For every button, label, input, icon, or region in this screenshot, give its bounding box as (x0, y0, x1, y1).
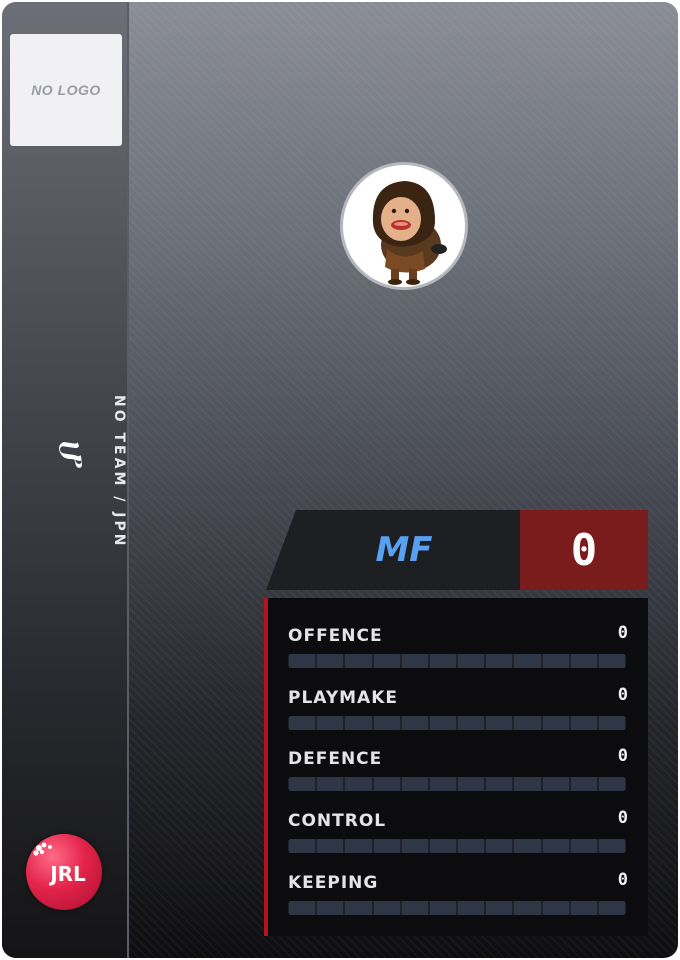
stat-bar-segment (598, 654, 626, 668)
stat-bar-segment (429, 901, 457, 915)
stat-value: 0 (617, 685, 628, 705)
stat-bar-segment (458, 839, 485, 853)
stat-bar-segment (458, 777, 485, 791)
stat-bar-segment (345, 716, 372, 730)
stat-bar-segment (373, 654, 400, 668)
stat-bar-segment (401, 901, 428, 915)
stat-bar-segment (598, 901, 626, 915)
stat-bar-segment (317, 901, 344, 915)
stat-bar-segment (317, 654, 344, 668)
stat-bar-segment (317, 839, 344, 853)
overall-rating: 0 (520, 510, 648, 590)
stat-bar-segment (429, 839, 457, 853)
stat-bar-segment (514, 716, 541, 730)
stat-control: CONTROL 0 (288, 808, 628, 859)
side-panel: NO LOGO NO TEAM / JPN ሆ JRL (2, 2, 129, 958)
stat-bar (288, 777, 626, 791)
stat-label: DEFENCE (288, 749, 383, 769)
stat-bar-segment (345, 777, 372, 791)
stat-bar-segment (514, 654, 541, 668)
position-bar: MF (266, 510, 522, 590)
player-card: NO LOGO NO TEAM / JPN ሆ JRL MF 0 OFFENCE… (2, 2, 678, 958)
stat-bar-segment (317, 777, 344, 791)
stat-bar-segment (429, 777, 457, 791)
stat-defence: DEFENCE 0 (288, 746, 628, 797)
stat-bar-segment (570, 901, 597, 915)
stat-bar-segment (458, 901, 485, 915)
stat-bar-segment (345, 839, 372, 853)
stat-bar-segment (570, 839, 597, 853)
stat-bar-segment (486, 777, 513, 791)
stat-label: CONTROL (288, 811, 387, 831)
stat-bar-segment (429, 716, 457, 730)
stat-bar-segment (486, 839, 513, 853)
stat-bar-segment (542, 716, 569, 730)
stat-bar-segment (373, 716, 400, 730)
stat-bar-segment (542, 901, 569, 915)
stat-bar-segment (486, 901, 513, 915)
stat-bar-segment (373, 777, 400, 791)
team-logo: NO LOGO (10, 34, 122, 146)
stat-bar-segment (458, 716, 485, 730)
stat-value: 0 (617, 746, 628, 766)
stat-bar-segment (317, 716, 344, 730)
stat-bar-segment (598, 716, 626, 730)
stat-bar-segment (570, 654, 597, 668)
stat-bar-segment (289, 901, 316, 915)
stat-value: 0 (617, 623, 628, 643)
stat-bar-segment (514, 901, 541, 915)
stat-bar-segment (542, 654, 569, 668)
jrl-badge-icon: JRL (26, 834, 102, 910)
stat-bar-segment (486, 654, 513, 668)
stat-bar (288, 654, 626, 668)
league-label: JRL (50, 862, 86, 886)
stat-bar-segment (345, 654, 372, 668)
stat-bar-segment (570, 716, 597, 730)
sakura-icon (33, 842, 52, 856)
stat-playmake: PLAYMAKE 0 (288, 685, 628, 736)
stat-bar-segment (401, 839, 428, 853)
stat-bar (288, 901, 626, 915)
stat-bar-segment (542, 777, 569, 791)
stat-label: PLAYMAKE (288, 688, 398, 708)
stat-bar-segment (345, 901, 372, 915)
position-label: MF (375, 530, 433, 570)
stats-panel: OFFENCE 0 PLAYMAKE 0 DEFENCE 0 CONTROL 0… (264, 598, 648, 936)
stat-label: OFFENCE (288, 626, 383, 646)
player-name: ሆ (49, 440, 98, 469)
stat-bar-segment (289, 654, 316, 668)
stat-bar-segment (401, 777, 428, 791)
stat-value: 0 (617, 808, 628, 828)
stat-keeping: KEEPING 0 (288, 870, 628, 921)
stat-bar-segment (598, 839, 626, 853)
stat-value: 0 (617, 870, 628, 890)
stat-offence: OFFENCE 0 (288, 623, 628, 674)
stat-bar-segment (289, 839, 316, 853)
stat-bar-segment (514, 839, 541, 853)
stat-bar-segment (373, 901, 400, 915)
stat-bar-segment (373, 839, 400, 853)
stat-bar-segment (429, 654, 457, 668)
stat-bar-segment (570, 777, 597, 791)
stat-bar-segment (486, 716, 513, 730)
stat-bar-segment (458, 654, 485, 668)
hooded-character-icon (372, 181, 447, 285)
stat-bar (288, 716, 626, 730)
stat-bar-segment (542, 839, 569, 853)
stat-bar-segment (598, 777, 626, 791)
stat-bar-segment (289, 716, 316, 730)
stat-bar-segment (401, 654, 428, 668)
stat-bar-segment (289, 777, 316, 791)
stat-label: KEEPING (288, 873, 379, 893)
stat-bar-segment (514, 777, 541, 791)
stat-bar-segment (401, 716, 428, 730)
rating-value: 0 (570, 524, 598, 576)
team-logo-placeholder: NO LOGO (31, 82, 101, 98)
team-nation-label: NO TEAM / JPN (111, 395, 127, 549)
player-avatar (340, 162, 468, 290)
stat-bar (288, 839, 626, 853)
